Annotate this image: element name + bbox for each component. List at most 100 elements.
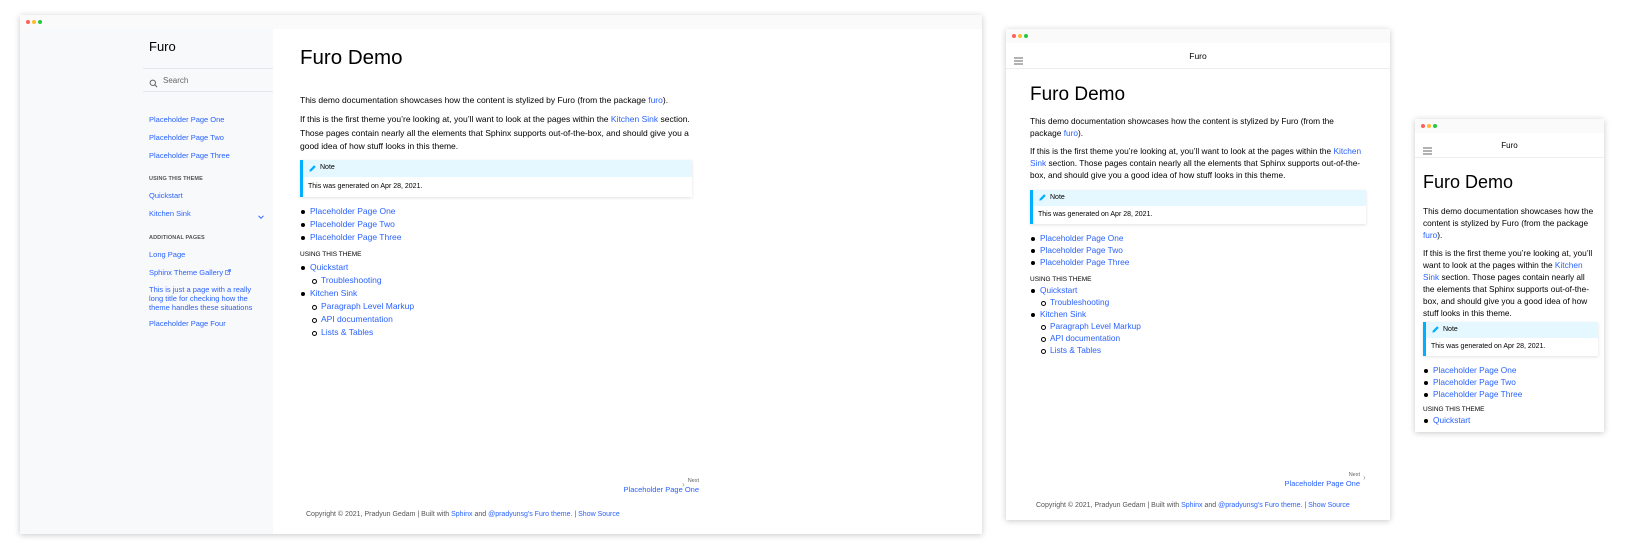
toc-page-two[interactable]: Placeholder Page Two	[1031, 244, 1123, 256]
close-dot[interactable]	[1421, 124, 1425, 128]
furo-link[interactable]: furo	[1423, 230, 1437, 240]
toc-page-two[interactable]: Placeholder Page Two	[1424, 376, 1516, 388]
search-icon	[149, 75, 158, 93]
minimize-dot[interactable]	[1018, 34, 1022, 38]
main-content: Furo Demo This demo documentation showca…	[273, 29, 982, 534]
toc-troubleshooting[interactable]: Troubleshooting	[312, 274, 382, 287]
chevron-right-icon[interactable]: ›	[682, 480, 685, 489]
search-input[interactable]	[163, 73, 268, 88]
sidebar-item-long-title[interactable]: This is just a page with a really long t…	[149, 285, 261, 312]
toc-page-one[interactable]: Placeholder Page One	[301, 205, 396, 218]
kitchen-sink-link[interactable]: Kitchen Sink	[611, 114, 658, 124]
toc-paragraph-markup[interactable]: Paragraph Level Markup	[1041, 320, 1141, 332]
sphinx-link[interactable]: Sphinx	[451, 511, 472, 518]
note-title: Note	[1050, 194, 1065, 201]
sidebar-caption-additional: ADDITIONAL PAGES	[149, 235, 205, 241]
next-page-link[interactable]: Placeholder Page One	[1285, 479, 1360, 488]
external-link-icon	[225, 269, 231, 275]
pencil-icon	[308, 164, 317, 175]
desktop-window: Furo Placeholder Page One Placeholder Pa…	[20, 15, 982, 534]
footer-and: and	[1202, 502, 1219, 509]
toc-paragraph-markup[interactable]: Paragraph Level Markup	[311, 300, 414, 313]
theme-link[interactable]: @pradyunsg's Furo theme.	[488, 511, 572, 518]
toc-page-three[interactable]: Placeholder Page Three	[1030, 256, 1129, 268]
page-footer: Copyright © 2021, Pradyun Gedam | Built …	[306, 511, 620, 518]
note-admonition: Note This was generated on Apr 28, 2021.	[300, 160, 692, 197]
toc-troubleshooting[interactable]: Troubleshooting	[1040, 296, 1109, 308]
toc-lists-tables[interactable]: Lists & Tables	[1040, 344, 1101, 356]
intro-text: This demo documentation showcases how th…	[300, 95, 649, 105]
next-page-link[interactable]: Placeholder Page One	[624, 485, 699, 494]
note-title: Note	[320, 164, 335, 171]
show-source-link[interactable]: Show Source	[1308, 502, 1350, 509]
sidebar-item-theme-gallery[interactable]: Sphinx Theme Gallery	[149, 268, 231, 277]
toc-api-docs[interactable]: API documentation	[1040, 332, 1120, 344]
close-dot[interactable]	[26, 20, 30, 24]
toc-page-two[interactable]: Placeholder Page Two	[301, 218, 395, 231]
intro-text: This demo documentation showcases how th…	[1423, 206, 1594, 228]
sidebar-item-page-one[interactable]: Placeholder Page One	[149, 115, 224, 124]
sidebar-item-page-two[interactable]: Placeholder Page Two	[149, 133, 224, 142]
note-title-bar: Note	[1426, 322, 1598, 338]
theme-link[interactable]: @pradyunsg's Furo theme.	[1218, 502, 1302, 509]
footer-and: and	[472, 511, 489, 518]
minimize-dot[interactable]	[1427, 124, 1431, 128]
toc-page-one[interactable]: Placeholder Page One	[1424, 364, 1517, 376]
toc-lists-tables[interactable]: Lists & Tables	[311, 326, 373, 339]
titlebar	[1415, 119, 1604, 133]
header-brand[interactable]: Furo	[1415, 141, 1604, 150]
header-brand[interactable]: Furo	[1006, 51, 1390, 61]
intro-paragraph: This demo documentation showcases how th…	[1030, 115, 1364, 139]
intro-end: ).	[1437, 230, 1443, 240]
close-dot[interactable]	[1012, 34, 1016, 38]
sidebar-item-page-four[interactable]: Placeholder Page Four	[149, 319, 226, 328]
toc-caption: USING THIS THEME	[1030, 276, 1092, 283]
toc-quickstart[interactable]: Quickstart	[300, 261, 348, 274]
pencil-icon	[1038, 193, 1047, 204]
furo-link[interactable]: furo	[648, 95, 663, 105]
furo-link[interactable]: furo	[1064, 128, 1078, 138]
chevron-down-icon[interactable]	[257, 208, 265, 226]
mobile-header: Furo	[1415, 133, 1604, 158]
intro-paragraph: This demo documentation showcases how th…	[300, 94, 700, 108]
site-brand[interactable]: Furo	[149, 39, 176, 54]
toc-api-docs[interactable]: API documentation	[312, 313, 393, 326]
guide-end: section. Those pages contain nearly all …	[1030, 158, 1361, 180]
note-title-bar: Note	[303, 160, 692, 177]
guide-paragraph: If this is the first theme you’re lookin…	[300, 113, 700, 154]
toc-page-three[interactable]: Placeholder Page Three	[301, 231, 402, 244]
toc-quickstart[interactable]: Quickstart	[1030, 284, 1077, 296]
toc-kitchen-sink[interactable]: Kitchen Sink	[300, 287, 357, 300]
zoom-dot[interactable]	[38, 20, 42, 24]
guide-end: section. Those pages contain nearly all …	[1423, 272, 1590, 318]
sidebar-caption-using: USING THIS THEME	[149, 176, 203, 182]
sidebar-item-page-three[interactable]: Placeholder Page Three	[149, 151, 230, 160]
guide-paragraph: If this is the first theme you’re lookin…	[1423, 247, 1597, 319]
guide-paragraph: If this is the first theme you’re lookin…	[1030, 145, 1364, 181]
titlebar	[1006, 29, 1390, 43]
intro-paragraph: This demo documentation showcases how th…	[1423, 205, 1597, 241]
sidebar-search[interactable]	[143, 68, 273, 92]
minimize-dot[interactable]	[32, 20, 36, 24]
sphinx-link[interactable]: Sphinx	[1181, 502, 1202, 509]
note-admonition: Note This was generated on Apr 28, 2021.	[1030, 190, 1366, 224]
toc-kitchen-sink[interactable]: Kitchen Sink	[1030, 308, 1086, 320]
sidebar-item-quickstart[interactable]: Quickstart	[149, 191, 183, 200]
toc-page-three[interactable]: Placeholder Page Three	[1423, 388, 1522, 400]
zoom-dot[interactable]	[1024, 34, 1028, 38]
window-controls	[1421, 124, 1437, 128]
zoom-dot[interactable]	[1433, 124, 1437, 128]
toc-caption: USING THIS THEME	[300, 251, 362, 258]
sidebar-item-long-page[interactable]: Long Page	[149, 250, 185, 259]
sidebar-item-label: Sphinx Theme Gallery	[149, 268, 224, 277]
mobile-header: Furo	[1006, 43, 1390, 69]
sidebar-item-kitchen-sink[interactable]: Kitchen Sink	[149, 209, 191, 218]
tablet-window: Furo Furo Demo This demo documentation s…	[1006, 29, 1390, 520]
note-title-bar: Note	[1033, 190, 1366, 206]
page-footer: Copyright © 2021, Pradyun Gedam | Built …	[1036, 502, 1350, 509]
toc-page-one[interactable]: Placeholder Page One	[1031, 232, 1124, 244]
show-source-link[interactable]: Show Source	[578, 511, 620, 518]
chevron-right-icon[interactable]: ›	[1363, 473, 1366, 482]
note-admonition: Note This was generated on Apr 28, 2021.	[1423, 322, 1598, 356]
toc-quickstart[interactable]: Quickstart	[1423, 414, 1470, 426]
